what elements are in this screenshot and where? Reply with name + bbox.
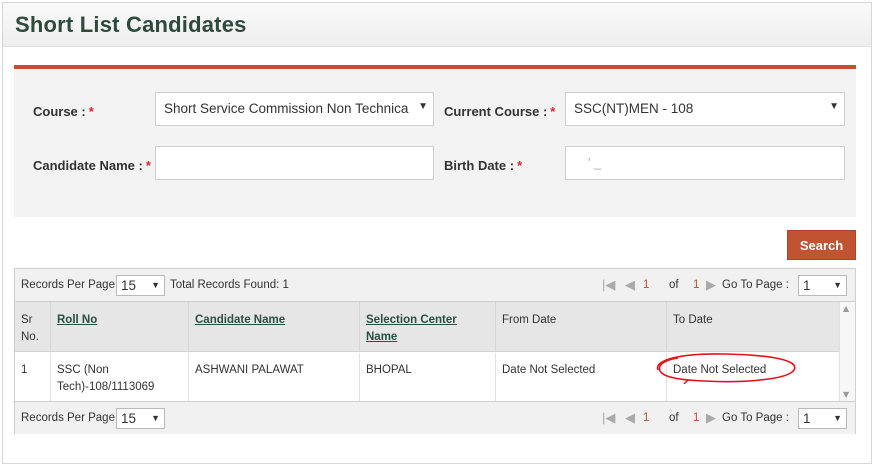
- current-page: 1: [643, 279, 650, 291]
- cell-candidate-name: ASHWANI PALAWAT: [189, 353, 360, 401]
- first-page-icon[interactable]: |◀: [602, 410, 615, 426]
- prev-page-icon[interactable]: ◀: [625, 277, 635, 293]
- header-candidate-name[interactable]: Candidate Name: [189, 302, 360, 352]
- cell-selection-center: BHOPAL: [360, 353, 496, 401]
- cell-from-date: Date Not Selected: [496, 353, 667, 401]
- go-to-page-select[interactable]: 1 ▼: [798, 408, 847, 429]
- chevron-down-icon: ▼: [833, 413, 842, 423]
- pager-top: Records Per Page : 15 ▼ Total Records Fou…: [15, 269, 855, 302]
- records-per-page-select[interactable]: 15 ▼: [116, 408, 165, 429]
- records-per-page-select[interactable]: 15 ▼: [116, 275, 165, 296]
- scroll-up-icon[interactable]: ▲: [843, 304, 849, 313]
- next-page-icon[interactable]: ▶: [706, 410, 716, 426]
- prev-page-icon[interactable]: ◀: [625, 410, 635, 426]
- candidate-name-label: Candidate Name : *: [33, 158, 151, 173]
- of-label: of: [669, 279, 679, 291]
- header-sr-no: Sr No.: [15, 302, 51, 352]
- birth-date-field[interactable]: ' _: [565, 146, 845, 180]
- page-title: Short List Candidates: [15, 12, 247, 37]
- course-select[interactable]: Short Service Commission Non Technica ▼: [155, 92, 434, 126]
- hand-drawn-circle-annotation: [656, 353, 796, 384]
- chevron-down-icon: ▼: [151, 413, 160, 423]
- total-records: Total Records Found: 1: [170, 279, 289, 291]
- scroll-down-icon[interactable]: ▼: [843, 390, 849, 399]
- course-label: Course : *: [33, 104, 94, 119]
- records-per-page-label: Records Per Page :: [21, 279, 122, 291]
- header-from-date: From Date: [496, 302, 667, 352]
- go-to-page-select[interactable]: 1 ▼: [798, 275, 847, 296]
- next-page-icon[interactable]: ▶: [706, 277, 716, 293]
- candidate-name-field[interactable]: [155, 146, 434, 180]
- cell-sr-no: 1: [15, 353, 51, 401]
- total-pages: 1: [693, 412, 700, 424]
- vertical-scrollbar[interactable]: ▲ ▼: [839, 302, 855, 401]
- birth-date-label: Birth Date : *: [444, 158, 523, 173]
- of-label: of: [669, 412, 679, 424]
- go-to-page-label: Go To Page :: [722, 412, 789, 424]
- pager-bottom: Records Per Page : 15 ▼ |◀ ◀ 1 of 1 ▶ Go …: [15, 401, 855, 434]
- total-pages: 1: [693, 279, 700, 291]
- chevron-down-icon: ▼: [151, 280, 160, 290]
- title-bar: Short List Candidates: [3, 3, 871, 47]
- go-to-page-label: Go To Page :: [722, 279, 789, 291]
- records-per-page-label: Records Per Page :: [21, 412, 122, 424]
- header-selection-center[interactable]: Selection Center Name: [360, 302, 496, 352]
- chevron-down-icon: ▼: [418, 101, 428, 112]
- search-button[interactable]: Search: [787, 230, 856, 260]
- chevron-down-icon: ▼: [833, 280, 842, 290]
- current-course-label: Current Course : *: [444, 104, 556, 119]
- chevron-down-icon: ▼: [829, 101, 839, 112]
- cell-roll-no: SSC (Non Tech)-108/1113069: [51, 353, 189, 401]
- header-to-date: To Date: [673, 314, 713, 326]
- current-page: 1: [643, 412, 650, 424]
- current-course-select[interactable]: SSC(NT)MEN - 108 ▼: [565, 92, 845, 126]
- header-roll-no[interactable]: Roll No: [51, 302, 189, 352]
- table-header: Sr No. Roll No Candidate Name Selection …: [15, 302, 839, 352]
- first-page-icon[interactable]: |◀: [602, 277, 615, 293]
- search-form: Course : * Short Service Commission Non T…: [14, 65, 856, 217]
